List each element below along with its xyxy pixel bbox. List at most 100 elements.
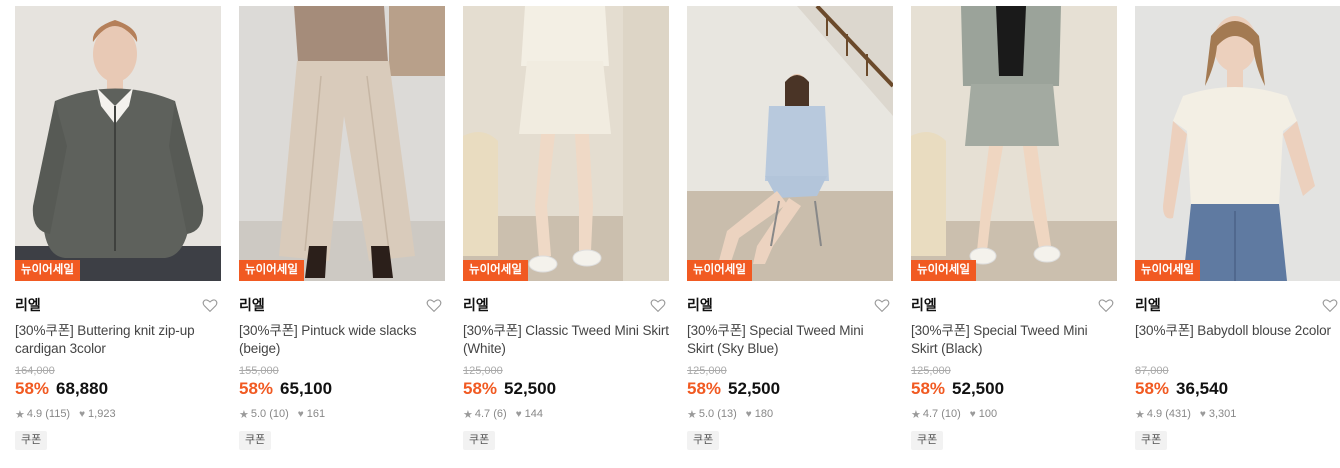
original-price: 155,000 bbox=[239, 365, 279, 377]
sale-badge: 뉴이어세일 bbox=[463, 260, 528, 281]
product-card[interactable]: 뉴이어세일 리엘 [30%쿠폰] Buttering knit zip-up c… bbox=[15, 6, 221, 450]
product-meta: ★ 4.7 (6) ♥ 144 bbox=[463, 407, 669, 421]
like-count: 1,923 bbox=[88, 408, 116, 420]
sale-price: 52,500 bbox=[952, 379, 1005, 398]
product-grid: 뉴이어세일 리엘 [30%쿠폰] Buttering knit zip-up c… bbox=[0, 0, 1340, 468]
product-image[interactable]: 뉴이어세일 bbox=[463, 6, 669, 281]
review-count: (115) bbox=[45, 408, 71, 420]
sale-price: 52,500 bbox=[728, 379, 781, 398]
product-title[interactable]: [30%쿠폰] Babydoll blouse 2color bbox=[1135, 322, 1340, 358]
rating-value: 4.7 bbox=[474, 408, 491, 420]
original-price: 164,000 bbox=[15, 365, 55, 377]
star-icon: ★ bbox=[15, 408, 25, 421]
heart-outline-icon[interactable] bbox=[1321, 296, 1339, 314]
product-image[interactable]: 뉴이어세일 bbox=[911, 6, 1117, 281]
rating-value: 5.0 bbox=[250, 408, 267, 420]
babydoll-blouse-photo bbox=[1135, 6, 1340, 281]
brand-name[interactable]: 리엘 bbox=[15, 295, 41, 315]
sale-badge: 뉴이어세일 bbox=[15, 260, 80, 281]
like-count: 100 bbox=[978, 408, 998, 420]
product-title[interactable]: [30%쿠폰] Special Tweed Mini Skirt (Black) bbox=[911, 322, 1117, 358]
product-image[interactable]: 뉴이어세일 bbox=[1135, 6, 1340, 281]
product-meta: ★ 4.9 (431) ♥ 3,301 bbox=[1135, 407, 1340, 421]
brand-name[interactable]: 리엘 bbox=[1135, 295, 1161, 315]
slacks-photo bbox=[239, 6, 445, 281]
product-meta: ★ 4.7 (10) ♥ 100 bbox=[911, 407, 1117, 421]
product-title[interactable]: [30%쿠폰] Classic Tweed Mini Skirt (White) bbox=[463, 322, 669, 358]
original-price: 125,000 bbox=[911, 365, 951, 377]
product-image[interactable]: 뉴이어세일 bbox=[687, 6, 893, 281]
rating-value: 4.7 bbox=[922, 408, 939, 420]
heart-outline-icon[interactable] bbox=[873, 296, 891, 314]
original-price: 125,000 bbox=[687, 365, 727, 377]
rating-value: 5.0 bbox=[698, 408, 715, 420]
product-image[interactable]: 뉴이어세일 bbox=[239, 6, 445, 281]
brand-name[interactable]: 리엘 bbox=[239, 295, 265, 315]
rating-value: 4.9 bbox=[26, 408, 43, 420]
review-count: (10) bbox=[269, 408, 289, 420]
heart-filled-icon: ♥ bbox=[1199, 408, 1206, 420]
coupon-tag: 쿠폰 bbox=[239, 431, 272, 450]
heart-filled-icon: ♥ bbox=[745, 408, 752, 420]
like-count: 161 bbox=[306, 408, 326, 420]
black-tweed-set-photo bbox=[911, 6, 1117, 281]
review-count: (431) bbox=[1165, 408, 1191, 420]
coupon-tag: 쿠폰 bbox=[687, 431, 720, 450]
original-price: 87,000 bbox=[1135, 365, 1169, 377]
like-count: 180 bbox=[754, 408, 774, 420]
brand-name[interactable]: 리엘 bbox=[911, 295, 937, 315]
sale-price: 36,540 bbox=[1176, 379, 1229, 398]
original-price: 125,000 bbox=[463, 365, 503, 377]
sale-price: 65,100 bbox=[280, 379, 333, 398]
product-meta: ★ 4.9 (115) ♥ 1,923 bbox=[15, 407, 221, 421]
product-card[interactable]: 뉴이어세일 리엘 [30%쿠폰] Special Tweed Mini Skir… bbox=[911, 6, 1117, 450]
heart-filled-icon: ♥ bbox=[515, 408, 522, 420]
review-count: (13) bbox=[717, 408, 737, 420]
product-card[interactable]: 뉴이어세일 리엘 [30%쿠폰] Pintuck wide slacks (be… bbox=[239, 6, 445, 450]
star-icon: ★ bbox=[1135, 408, 1145, 421]
product-meta: ★ 5.0 (13) ♥ 180 bbox=[687, 407, 893, 421]
heart-outline-icon[interactable] bbox=[425, 296, 443, 314]
product-card[interactable]: 뉴이어세일 리엘 [30%쿠폰] Classic Tweed Mini Skir… bbox=[463, 6, 669, 450]
sale-price: 52,500 bbox=[504, 379, 557, 398]
brand-name[interactable]: 리엘 bbox=[687, 295, 713, 315]
like-count: 144 bbox=[524, 408, 543, 420]
product-card[interactable]: 뉴이어세일 리엘 [30%쿠폰] Special Tweed Mini Skir… bbox=[687, 6, 893, 450]
heart-outline-icon[interactable] bbox=[1097, 296, 1115, 314]
discount-rate: 58% bbox=[463, 379, 498, 398]
heart-outline-icon[interactable] bbox=[201, 296, 219, 314]
heart-outline-icon[interactable] bbox=[649, 296, 667, 314]
coupon-tag: 쿠폰 bbox=[463, 431, 496, 450]
sale-badge: 뉴이어세일 bbox=[911, 260, 976, 281]
star-icon: ★ bbox=[239, 408, 249, 421]
heart-filled-icon: ♥ bbox=[79, 408, 86, 420]
review-count: (6) bbox=[493, 408, 507, 420]
coupon-tag: 쿠폰 bbox=[15, 431, 48, 450]
star-icon: ★ bbox=[687, 408, 697, 421]
discount-rate: 58% bbox=[239, 379, 274, 398]
product-card[interactable]: 뉴이어세일 리엘 [30%쿠폰] Babydoll blouse 2color … bbox=[1135, 6, 1340, 450]
cardigan-photo bbox=[15, 6, 221, 281]
heart-filled-icon: ♥ bbox=[297, 408, 304, 420]
discount-rate: 58% bbox=[1135, 379, 1170, 398]
product-title[interactable]: [30%쿠폰] Special Tweed Mini Skirt (Sky Bl… bbox=[687, 322, 893, 358]
coupon-tag: 쿠폰 bbox=[911, 431, 944, 450]
product-meta: ★ 5.0 (10) ♥ 161 bbox=[239, 407, 445, 421]
sale-badge: 뉴이어세일 bbox=[1135, 260, 1200, 281]
sale-badge: 뉴이어세일 bbox=[687, 260, 752, 281]
star-icon: ★ bbox=[911, 408, 921, 421]
rating-value: 4.9 bbox=[1146, 408, 1163, 420]
star-icon: ★ bbox=[463, 408, 473, 421]
sale-price: 68,880 bbox=[56, 379, 109, 398]
product-title[interactable]: [30%쿠폰] Pintuck wide slacks (beige) bbox=[239, 322, 445, 358]
brand-name[interactable]: 리엘 bbox=[463, 295, 489, 315]
heart-filled-icon: ♥ bbox=[969, 408, 976, 420]
discount-rate: 58% bbox=[911, 379, 946, 398]
review-count: (10) bbox=[941, 408, 961, 420]
discount-rate: 58% bbox=[15, 379, 50, 398]
sale-badge: 뉴이어세일 bbox=[239, 260, 304, 281]
product-image[interactable]: 뉴이어세일 bbox=[15, 6, 221, 281]
coupon-tag: 쿠폰 bbox=[1135, 431, 1168, 450]
white-skirt-photo bbox=[463, 6, 669, 281]
product-title[interactable]: [30%쿠폰] Buttering knit zip-up cardigan 3… bbox=[15, 322, 221, 358]
